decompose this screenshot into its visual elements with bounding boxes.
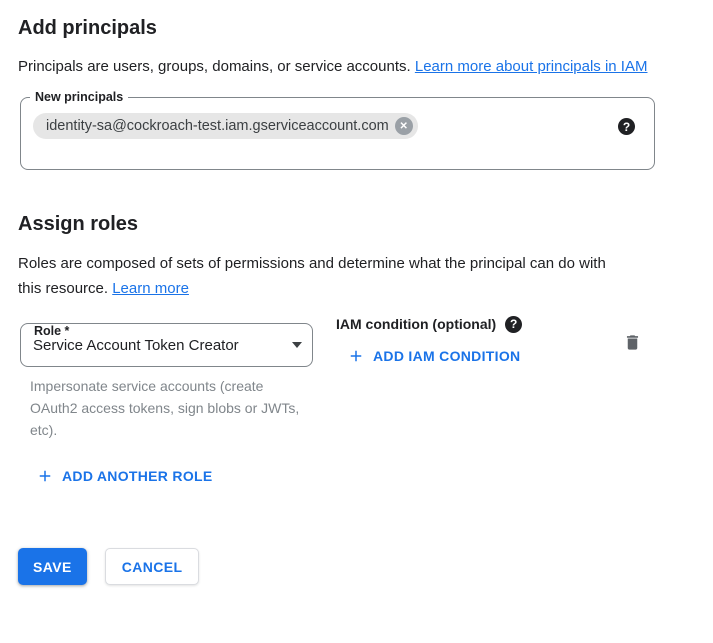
add-principals-panel: Add principals Principals are users, gro… (0, 14, 713, 643)
delete-role-button[interactable] (623, 332, 642, 353)
iam-condition-label: IAM condition (optional) (336, 315, 496, 333)
principals-description: Principals are users, groups, domains, o… (18, 54, 673, 79)
role-column: Role * Service Account Token Creator Imp… (18, 315, 313, 441)
add-principals-title: Add principals (18, 14, 713, 42)
role-label: Role * (29, 324, 74, 339)
roles-description: Roles are composed of sets of permission… (18, 251, 630, 301)
chip-remove-icon[interactable]: ✕ (395, 117, 413, 135)
iam-condition-help-icon[interactable]: ? (505, 316, 522, 333)
dialog-actions: SAVE CANCEL (18, 548, 713, 585)
principal-chip: identity-sa@cockroach-test.iam.gservicea… (33, 113, 418, 139)
principal-chip-text: identity-sa@cockroach-test.iam.gservicea… (46, 118, 389, 134)
role-assignment-row: Role * Service Account Token Creator Imp… (18, 315, 713, 441)
principals-description-text: Principals are users, groups, domains, o… (18, 58, 411, 75)
save-button[interactable]: SAVE (18, 548, 87, 585)
add-iam-condition-button[interactable]: ADD IAM CONDITION (347, 347, 520, 365)
add-another-role-button[interactable]: ADD ANOTHER ROLE (36, 467, 213, 485)
learn-more-principals-link[interactable]: Learn more about principals in IAM (415, 58, 648, 75)
iam-condition-column: IAM condition (optional) ? ADD IAM CONDI… (336, 315, 522, 370)
plus-icon (347, 347, 365, 365)
add-another-role-label: ADD ANOTHER ROLE (62, 468, 213, 484)
delete-role-column (623, 332, 642, 358)
new-principals-help-icon[interactable]: ? (618, 118, 635, 135)
learn-more-roles-link[interactable]: Learn more (112, 280, 189, 297)
cancel-button[interactable]: CANCEL (105, 548, 200, 585)
role-field: Role * Service Account Token Creator (20, 323, 313, 367)
dropdown-arrow-icon (292, 342, 302, 348)
role-helper-text: Impersonate service accounts (create OAu… (30, 375, 308, 441)
roles-description-text: Roles are composed of sets of permission… (18, 255, 606, 297)
iam-condition-label-row: IAM condition (optional) ? (336, 315, 522, 333)
assign-roles-title: Assign roles (18, 210, 713, 238)
role-selected-value: Service Account Token Creator (33, 337, 284, 354)
add-iam-condition-label: ADD IAM CONDITION (373, 348, 520, 364)
trash-icon (623, 332, 642, 353)
new-principals-label: New principals (30, 89, 128, 105)
new-principals-field[interactable]: New principals identity-sa@cockroach-tes… (20, 97, 655, 170)
plus-icon (36, 467, 54, 485)
